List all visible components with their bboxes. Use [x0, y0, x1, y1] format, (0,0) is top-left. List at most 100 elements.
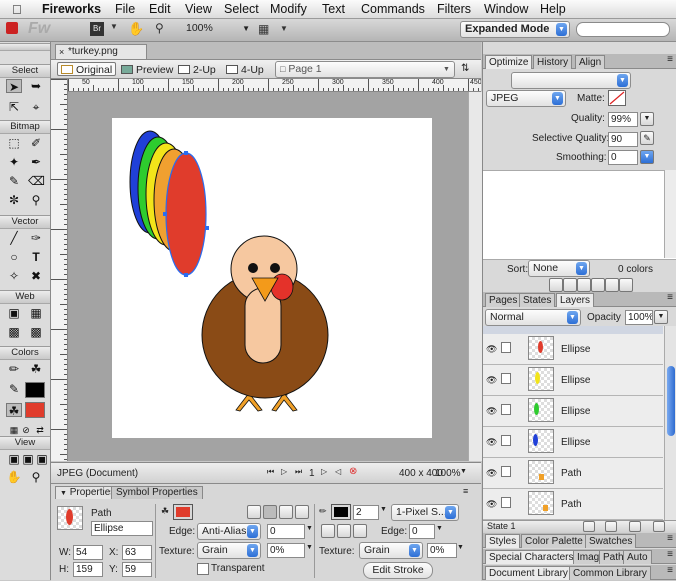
panel-menu-icon[interactable]: ≡	[463, 486, 468, 496]
last-frame-icon[interactable]: ⏭	[295, 467, 302, 477]
stroke-texture-select[interactable]: Grain ▼	[359, 542, 423, 559]
slice-tool-icon[interactable]: ▦	[28, 306, 44, 320]
rebuild-color-table-icon[interactable]	[619, 278, 633, 292]
status-zoom[interactable]: 100%	[435, 468, 461, 479]
next-frame-icon[interactable]: ▷	[321, 467, 327, 476]
document-canvas[interactable]	[112, 118, 432, 438]
stroke-type-select[interactable]: 1-Pixel S... ▼	[391, 504, 459, 521]
lock-toggle[interactable]	[501, 466, 511, 477]
edge-feather-input[interactable]: 0	[267, 524, 305, 539]
lock-toggle[interactable]	[501, 435, 511, 446]
tab-original[interactable]: Original	[57, 62, 117, 76]
chevron-down-icon[interactable]: ▼	[306, 544, 313, 551]
fill-color-icon[interactable]: ☘	[6, 403, 22, 418]
tab-special-characters[interactable]: Special Characters	[485, 550, 578, 564]
stroke-color-swatch[interactable]	[25, 382, 45, 398]
search-input[interactable]	[576, 22, 670, 37]
pen-tool-icon[interactable]: ✑	[28, 231, 44, 245]
web-snap-icon[interactable]	[549, 278, 563, 292]
dropdown-arrow-icon-2[interactable]: ▼	[280, 24, 288, 33]
stroke-inside-icon[interactable]	[321, 524, 335, 538]
fill-options-icon[interactable]	[247, 505, 261, 519]
previous-frame-icon[interactable]: ◁	[335, 467, 341, 476]
stroke-color-icon[interactable]: ✎	[6, 382, 22, 396]
fill-solid-icon[interactable]	[263, 505, 277, 519]
transparent-checkbox[interactable]	[197, 563, 209, 575]
panel-menu-icon[interactable]: ≡	[667, 565, 673, 576]
chevron-down-icon[interactable]: ▼	[436, 525, 443, 532]
layers-scroll-thumb[interactable]	[667, 366, 675, 436]
tab-swatches[interactable]: Swatches	[585, 534, 637, 548]
crop-tool-icon[interactable]: ⌖	[28, 100, 44, 114]
x-input[interactable]: 63	[122, 545, 152, 560]
turkey-artwork[interactable]	[112, 118, 432, 438]
marquee-tool-icon[interactable]: ⬚	[6, 136, 22, 150]
height-input[interactable]: 159	[73, 562, 103, 577]
hand-tool-icon[interactable]: ✋	[6, 470, 22, 484]
lock-toggle[interactable]	[501, 373, 511, 384]
line-tool-icon[interactable]: ╱	[6, 231, 22, 245]
eye-icon[interactable]: 👁	[486, 406, 497, 417]
width-input[interactable]: 54	[73, 545, 103, 560]
hide-slices-icon[interactable]: ▩	[6, 325, 22, 339]
horizontal-ruler[interactable]: 50 100 150 200 250 300 350 400 450	[68, 79, 481, 92]
page-navigation-icon[interactable]: ⇅	[461, 63, 469, 74]
play-icon[interactable]: ▷	[281, 467, 287, 476]
menu-text[interactable]: Text	[322, 2, 345, 16]
vertical-scrollbar[interactable]	[468, 92, 482, 461]
menu-fireworks[interactable]: Fireworks	[42, 2, 101, 16]
menu-window[interactable]: Window	[484, 2, 528, 16]
duplicate-icon[interactable]	[629, 521, 641, 532]
tab-optimize[interactable]: Optimize	[485, 55, 533, 69]
eye-icon[interactable]: 👁	[486, 437, 497, 448]
page-select[interactable]: □ Page 1 ▼	[275, 61, 455, 78]
blur-tool-icon[interactable]: ✼	[6, 193, 22, 207]
chevron-down-icon[interactable]: ▼	[654, 310, 668, 324]
lock-toggle[interactable]	[501, 404, 511, 415]
tab-align[interactable]: Align	[575, 55, 606, 69]
tab-preview[interactable]: Preview	[117, 62, 177, 76]
fill-color-swatch[interactable]	[173, 504, 193, 520]
stroke-size-input[interactable]: 2	[353, 505, 379, 520]
tab-styles[interactable]: Styles	[485, 534, 521, 548]
saved-settings-select[interactable]: ▼	[511, 72, 631, 89]
edit-pencil-icon[interactable]: ✎	[640, 131, 654, 145]
layers-scrollbar[interactable]	[664, 326, 676, 520]
edge-select[interactable]: Anti-Alias ▼	[197, 523, 261, 540]
chevron-down-icon[interactable]: ▼	[306, 525, 313, 532]
menu-commands[interactable]: Commands	[361, 2, 425, 16]
color-table[interactable]	[483, 170, 676, 260]
color-table-scrollbar[interactable]	[664, 170, 676, 258]
chevron-down-icon[interactable]: ▼	[457, 544, 464, 551]
align-icon[interactable]: ▦	[258, 22, 269, 36]
tools-header-grip[interactable]	[0, 43, 50, 51]
swap-colors-icon[interactable]: ⇄	[32, 423, 48, 437]
full-screen-mode-icon[interactable]: ▣	[34, 452, 50, 466]
eye-icon[interactable]: 👁	[486, 499, 497, 510]
chevron-down-icon[interactable]: ▼	[380, 506, 387, 513]
export-format-select[interactable]: JPEG ▼	[486, 90, 566, 107]
layer-row[interactable]: 👁 Path	[483, 458, 663, 489]
panel-menu-icon[interactable]: ≡	[667, 292, 673, 303]
stroke-edge-input[interactable]: 0	[409, 524, 435, 539]
brush-tool-icon[interactable]: ✒	[28, 155, 44, 169]
fill-pattern-icon[interactable]	[295, 505, 309, 519]
pencil-tool-icon[interactable]: ✎	[6, 174, 22, 188]
lasso-tool-icon[interactable]: ✐	[28, 136, 44, 150]
opacity-input[interactable]: 100%	[625, 310, 653, 325]
document-tab[interactable]: × *turkey.png	[55, 44, 147, 59]
add-color-icon[interactable]	[591, 278, 605, 292]
quality-input[interactable]: 99%	[608, 112, 638, 127]
stroke-outside-icon[interactable]	[353, 524, 367, 538]
dropdown-arrow-icon[interactable]: ▼	[110, 22, 118, 31]
chevron-down-icon[interactable]: ▼	[640, 150, 654, 164]
eye-icon[interactable]: 👁	[486, 375, 497, 386]
apple-menu-icon[interactable]: 	[12, 2, 22, 17]
eyedropper-tool-icon[interactable]: ✏	[6, 362, 22, 376]
new-sublayer-icon[interactable]	[605, 521, 617, 532]
subselect-tool-icon[interactable]: ➥	[28, 79, 44, 93]
tab-document-library[interactable]: Document Library	[485, 566, 572, 580]
tab-auto-shape[interactable]: Auto	[623, 550, 652, 564]
tab-common-library[interactable]: Common Library	[569, 566, 651, 580]
tab-symbol-properties[interactable]: Symbol Properties	[111, 486, 203, 499]
